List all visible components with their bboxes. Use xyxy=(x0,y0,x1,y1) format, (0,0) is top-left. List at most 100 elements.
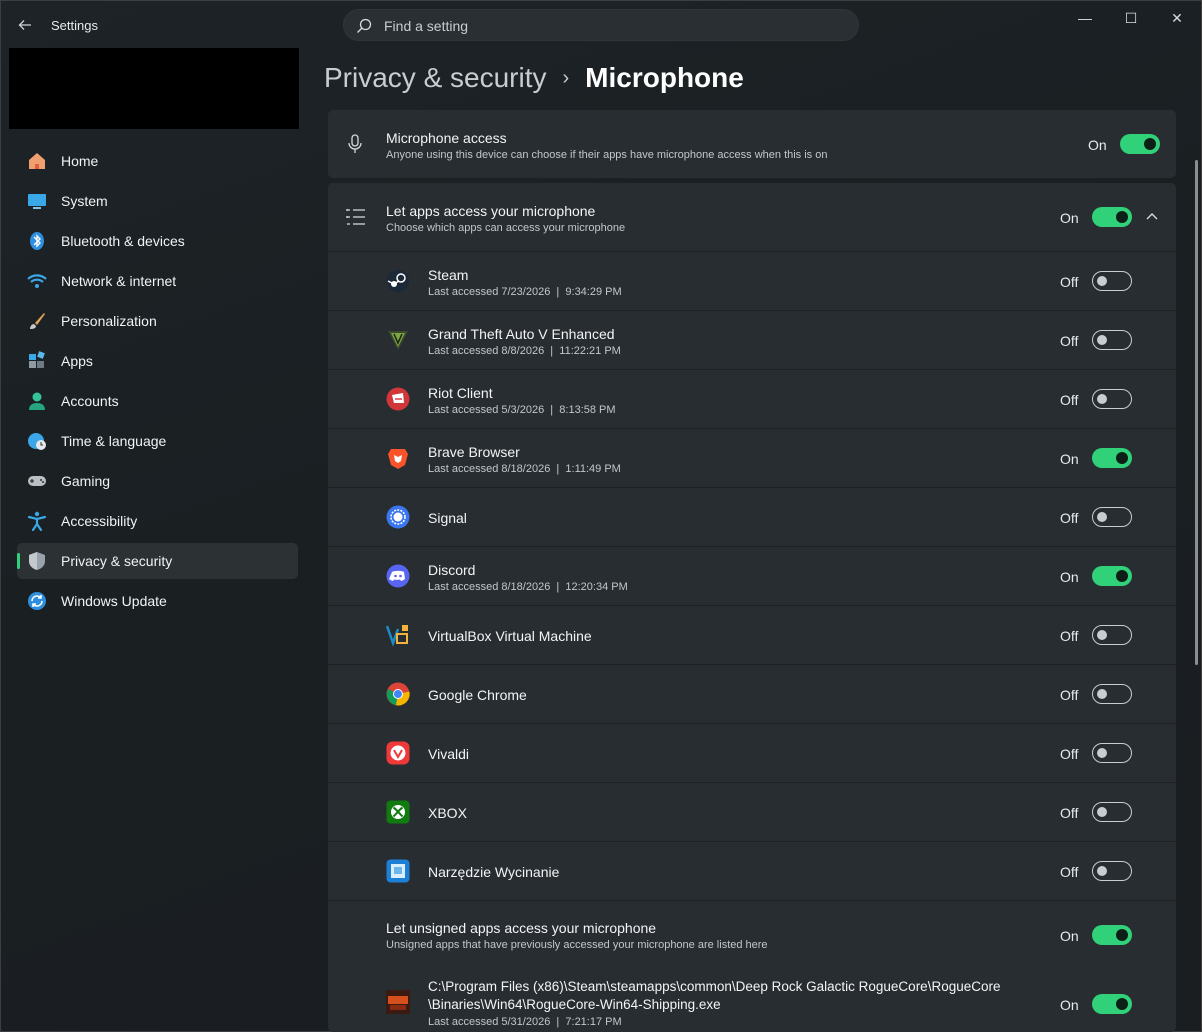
brave-microphone-toggle[interactable] xyxy=(1092,448,1132,468)
riot-microphone-toggle[interactable] xyxy=(1092,389,1132,409)
chrome-microphone-toggle[interactable] xyxy=(1092,684,1132,704)
sidebar-item-system[interactable]: System xyxy=(17,183,298,219)
signal-microphone-toggle[interactable] xyxy=(1092,507,1132,527)
sidebar-item-label: Accounts xyxy=(61,393,119,409)
sidebar-item-privacy-security[interactable]: Privacy & security xyxy=(17,543,298,579)
virtualbox-microphone-toggle[interactable] xyxy=(1092,625,1132,645)
microphone-access-title: Microphone access xyxy=(386,130,507,146)
search-box[interactable] xyxy=(343,9,859,41)
toggle-state-label: On xyxy=(1060,997,1079,1013)
app-name: Steam xyxy=(428,267,469,283)
sidebar-item-time-language[interactable]: Time & language xyxy=(17,423,298,459)
toggle-state-label: Off xyxy=(1060,628,1079,644)
sidebar-item-label: Time & language xyxy=(61,433,167,449)
toggle-state-label: On xyxy=(1060,928,1079,944)
chevron-up-icon[interactable] xyxy=(1145,211,1159,221)
shield-icon xyxy=(27,551,47,571)
app-name: XBOX xyxy=(428,805,467,821)
maximize-button[interactable]: ☐ xyxy=(1111,6,1151,30)
vertical-scrollbar[interactable] xyxy=(1195,160,1198,665)
brave-icon xyxy=(388,449,408,469)
app-name: Narzędzie Wycinanie xyxy=(428,864,560,880)
breadcrumb: Privacy & security › Microphone xyxy=(324,58,744,98)
toggle-state-label: On xyxy=(1060,451,1079,467)
app-row-chrome: Google Chrome Off xyxy=(328,664,1176,723)
sidebar-item-network[interactable]: Network & internet xyxy=(17,263,298,299)
sidebar-item-gaming[interactable]: Gaming xyxy=(17,463,298,499)
sidebar-item-label: Gaming xyxy=(61,473,111,489)
app-name: Grand Theft Auto V Enhanced xyxy=(428,326,615,342)
toggle-state-label: On xyxy=(1060,210,1079,226)
unsigned-apps-toggle[interactable] xyxy=(1092,925,1132,945)
sidebar-item-personalization[interactable]: Personalization xyxy=(17,303,298,339)
app-row-riot: Riot Client Last accessed 5/3/2026 | 8:1… xyxy=(328,369,1176,428)
wifi-icon xyxy=(27,271,47,291)
sidebar-item-apps[interactable]: Apps xyxy=(17,343,298,379)
account-profile-card[interactable] xyxy=(9,48,299,129)
roguecore-icon xyxy=(386,990,410,1014)
app-name: Brave Browser xyxy=(428,444,520,460)
app-name: Riot Client xyxy=(428,385,493,401)
app-row-steam: Steam Last accessed 7/23/2026 | 9:34:29 … xyxy=(328,251,1176,310)
close-button[interactable]: ✕ xyxy=(1157,6,1197,30)
update-icon xyxy=(27,591,47,611)
account-icon xyxy=(27,391,47,411)
sidebar-item-windows-update[interactable]: Windows Update xyxy=(17,583,298,619)
sidebar-item-accounts[interactable]: Accounts xyxy=(17,383,298,419)
toggle-state-label: Off xyxy=(1060,392,1079,408)
sidebar-item-label: Personalization xyxy=(61,313,157,329)
let-apps-subtitle: Choose which apps can access your microp… xyxy=(386,222,626,234)
vivaldi-microphone-toggle[interactable] xyxy=(1092,743,1132,763)
steam-icon xyxy=(387,270,409,292)
microphone-icon xyxy=(348,134,362,153)
xbox-icon xyxy=(386,800,410,824)
sidebar-item-label: Bluetooth & devices xyxy=(61,233,185,249)
sidebar-item-home[interactable]: Home xyxy=(17,143,298,179)
bluetooth-icon xyxy=(27,231,47,251)
app-row-signal: Signal Off xyxy=(328,487,1176,546)
brush-icon xyxy=(27,311,47,331)
snipping-tool-microphone-toggle[interactable] xyxy=(1092,861,1132,881)
toggle-state-label: Off xyxy=(1060,333,1079,349)
sidebar-item-label: Accessibility xyxy=(61,513,138,529)
toggle-state-label: Off xyxy=(1060,746,1079,762)
sidebar-item-label: Windows Update xyxy=(61,593,167,609)
roguecore-microphone-toggle[interactable] xyxy=(1092,994,1132,1014)
accessibility-icon xyxy=(27,511,47,531)
unsigned-apps-subtitle: Unsigned apps that have previously acces… xyxy=(386,939,768,951)
app-name: Vivaldi xyxy=(428,746,469,762)
discord-microphone-toggle[interactable] xyxy=(1092,566,1132,586)
toggle-state-label: On xyxy=(1060,569,1079,585)
page-title: Microphone xyxy=(585,62,744,93)
app-row-gta: Grand Theft Auto V Enhanced Last accesse… xyxy=(328,310,1176,369)
gamepad-icon xyxy=(27,471,47,491)
let-apps-toggle[interactable] xyxy=(1092,207,1132,227)
microphone-access-toggle[interactable] xyxy=(1120,134,1160,154)
sidebar-item-bluetooth[interactable]: Bluetooth & devices xyxy=(17,223,298,259)
gta-microphone-toggle[interactable] xyxy=(1092,330,1132,350)
app-row-discord: Discord Last accessed 8/18/2026 | 12:20:… xyxy=(328,546,1176,605)
search-input[interactable] xyxy=(384,15,844,37)
home-icon xyxy=(27,151,47,171)
let-apps-title: Let apps access your microphone xyxy=(386,203,596,219)
sidebar-item-accessibility[interactable]: Accessibility xyxy=(17,503,298,539)
minimize-button[interactable]: — xyxy=(1065,6,1105,30)
breadcrumb-parent[interactable]: Privacy & security xyxy=(324,62,547,94)
app-name: Signal xyxy=(428,510,467,526)
toggle-state-label: Off xyxy=(1060,805,1079,821)
app-row-virtualbox: VirtualBox Virtual Machine Off xyxy=(328,605,1176,664)
microphone-access-card: Microphone access Anyone using this devi… xyxy=(328,110,1176,178)
riot-icon xyxy=(386,387,410,411)
back-button[interactable] xyxy=(14,14,36,36)
discord-icon xyxy=(386,564,410,588)
xbox-microphone-toggle[interactable] xyxy=(1092,802,1132,822)
steam-microphone-toggle[interactable] xyxy=(1092,271,1132,291)
let-apps-header[interactable]: Let apps access your microphone Choose w… xyxy=(328,183,1176,251)
microphone-access-subtitle: Anyone using this device can choose if t… xyxy=(386,149,828,161)
vivaldi-icon xyxy=(386,741,410,765)
unsigned-app-path-line1: C:\Program Files (x86)\Steam\steamapps\c… xyxy=(428,979,1001,994)
app-permissions-card: Let apps access your microphone Choose w… xyxy=(328,183,1176,1032)
signal-icon xyxy=(386,505,410,529)
gta-icon xyxy=(388,331,408,350)
toggle-state-label: Off xyxy=(1060,864,1079,880)
